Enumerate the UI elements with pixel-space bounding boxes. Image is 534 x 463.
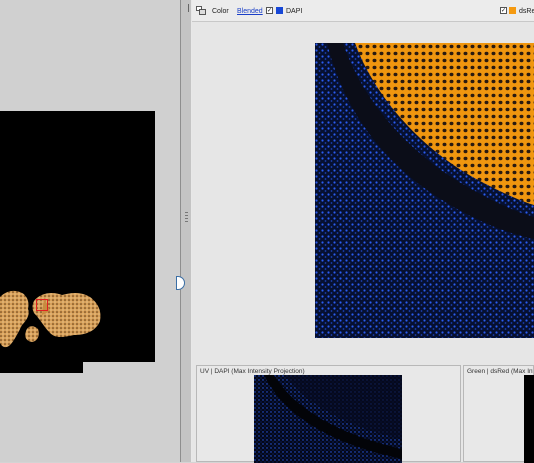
thumbnail-dapi-image: [254, 375, 402, 463]
overview-image[interactable]: [0, 111, 155, 373]
thumbnail-dsred-image: [524, 375, 534, 463]
blended-link[interactable]: Blended: [237, 7, 263, 16]
dapi-label: DAPI: [286, 8, 303, 15]
tissue-section: [0, 290, 101, 348]
dapi-color-swatch[interactable]: [276, 7, 283, 14]
thumbnail-dapi-title: UV | DAPI (Max Intensity Projection): [200, 368, 305, 375]
pane-splitter[interactable]: [180, 0, 192, 462]
thumbnail-dapi[interactable]: UV | DAPI (Max Intensity Projection): [196, 365, 461, 463]
dapi-checkbox[interactable]: ✓: [266, 7, 273, 14]
dsred-label: dsRed: [519, 8, 534, 15]
overview-notch: [83, 362, 155, 373]
roi-selection-box[interactable]: [36, 299, 48, 311]
thumbnail-dsred-title: Green | dsRed (Max Inte: [467, 368, 533, 375]
blended-image: [315, 43, 534, 338]
thumbnail-dsred[interactable]: Green | dsRed (Max Inte: [463, 365, 534, 463]
color-label: Color: [212, 8, 229, 15]
dsred-checkbox[interactable]: ✓: [500, 7, 507, 14]
layout-icon[interactable]: [196, 6, 206, 15]
main-image-view[interactable]: [315, 43, 534, 338]
splitter-tick: [188, 4, 189, 12]
dsred-color-swatch[interactable]: [509, 7, 516, 14]
channel-toolbar: Color Blended ✓ DAPI ✓ dsRed: [192, 0, 534, 22]
splitter-grip-icon[interactable]: [185, 212, 188, 222]
